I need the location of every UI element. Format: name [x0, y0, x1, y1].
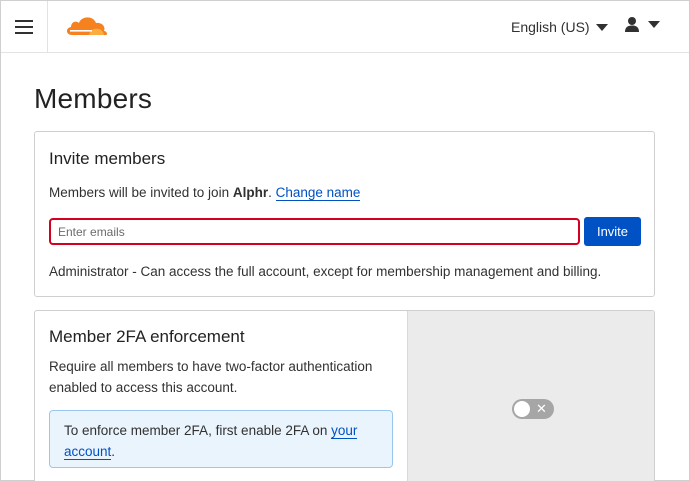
twofa-toggle-panel: ✕	[407, 311, 654, 481]
role-description: Administrator - Can access the full acco…	[49, 264, 602, 279]
twofa-toggle[interactable]: ✕	[512, 399, 554, 419]
notice-text-prefix: To enforce member 2FA, first enable 2FA …	[64, 423, 332, 438]
user-menu[interactable]	[624, 16, 660, 33]
caret-down-icon	[648, 21, 660, 28]
invite-members-card: Invite members Members will be invited t…	[34, 131, 655, 297]
twofa-description: Require all members to have two-factor a…	[49, 359, 373, 395]
invite-text-prefix: Members will be invited to join	[49, 185, 233, 200]
user-icon	[625, 17, 639, 32]
page-title: Members	[34, 83, 153, 114]
invite-description: Members will be invited to join Alphr. C…	[49, 185, 361, 201]
cloud-logo[interactable]	[62, 13, 110, 37]
change-name-link[interactable]: Change name	[275, 185, 361, 201]
member-2fa-card: Member 2FA enforcement Require all membe…	[34, 310, 655, 481]
hamburger-icon	[15, 20, 33, 34]
toggle-knob	[514, 401, 530, 417]
notice-text-suffix: .	[111, 444, 116, 459]
twofa-content: Member 2FA enforcement Require all membe…	[35, 311, 407, 481]
top-navigation-bar: English (US)	[1, 1, 689, 53]
language-selector[interactable]: English (US)	[511, 19, 608, 35]
twofa-card-title: Member 2FA enforcement	[49, 327, 245, 346]
twofa-notice: To enforce member 2FA, first enable 2FA …	[49, 410, 393, 468]
close-icon: ✕	[536, 401, 547, 416]
account-name: Alphr	[232, 185, 269, 200]
invite-card-title: Invite members	[49, 149, 166, 168]
invite-button[interactable]: Invite	[584, 217, 641, 246]
hamburger-menu-button[interactable]	[1, 1, 48, 53]
email-input[interactable]	[49, 218, 580, 245]
invite-text-suffix: .	[268, 185, 272, 200]
language-label: English (US)	[511, 19, 590, 35]
caret-down-icon	[595, 23, 608, 31]
